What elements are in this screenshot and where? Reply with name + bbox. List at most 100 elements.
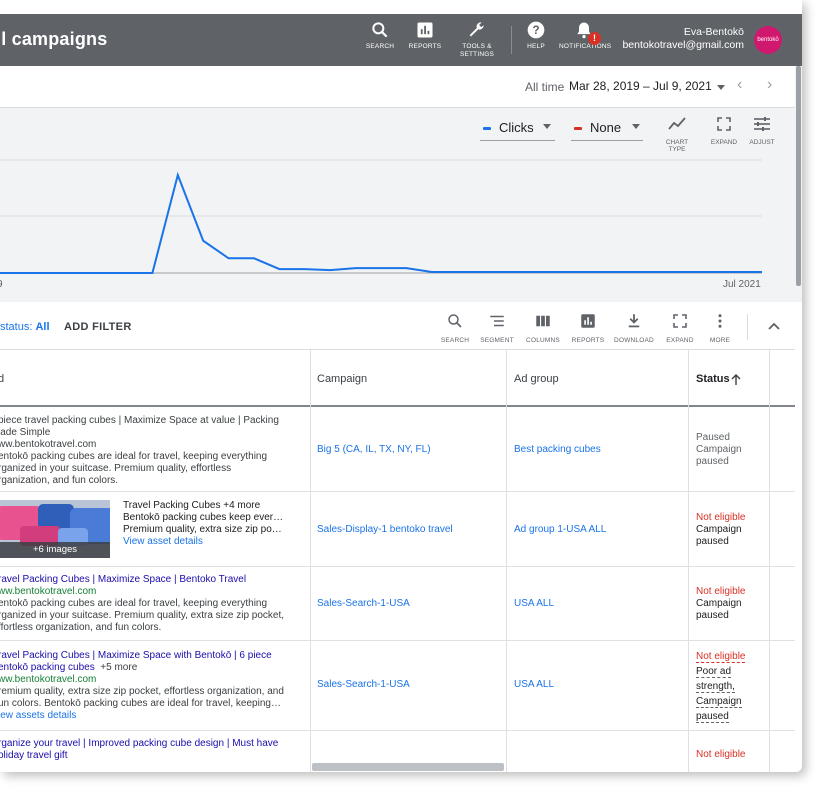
search-icon (448, 314, 462, 328)
status-line: strength, (696, 681, 735, 693)
tools-settings-button[interactable]: TOOLS & SETTINGS (452, 20, 502, 59)
vertical-scrollbar-thumb[interactable] (796, 66, 801, 286)
notifications-button[interactable]: NOTIFICATIONS (559, 20, 612, 51)
avatar[interactable]: bentokō (754, 26, 782, 54)
top-app-bar: ll campaigns SEARCH REPORTS TOOLS & SETT… (0, 14, 802, 66)
vertical-scrollbar[interactable] (795, 66, 802, 302)
collapse-chevron-up-icon[interactable] (768, 321, 780, 331)
date-dropdown-arrow-icon[interactable] (717, 85, 725, 90)
ad-description-line: entokō packing cubes are ideal for trave… (0, 451, 268, 462)
date-range-selector[interactable]: Mar 28, 2019 – Jul 9, 2021 (569, 79, 712, 93)
status-line: Campaign (696, 598, 742, 609)
more-headlines-count: +5 more (100, 662, 138, 673)
x-axis-end-label: Jul 2021 (723, 279, 761, 290)
ad-preview[interactable]: ravel Packing Cubes | Maximize Space wit… (0, 650, 298, 722)
ad-description-line: Bentokō packing cubes keep ever… (123, 512, 284, 523)
status-filter-label: status: (0, 321, 36, 333)
ad-group-link[interactable]: USA ALL (514, 679, 554, 690)
ad-description-line: entokō packing cubes are ideal for trave… (0, 598, 268, 609)
segment-button[interactable]: SEGMENT (474, 312, 520, 344)
table-row[interactable]: ravel Packing Cubes | Maximize Space | B… (0, 567, 795, 641)
more-label: MORE (709, 337, 731, 344)
column-header-status[interactable]: Status (696, 373, 730, 385)
more-button[interactable]: MORE (697, 312, 743, 344)
columns-button[interactable]: COLUMNS (520, 312, 566, 344)
campaign-link[interactable]: Sales-Display-1 bentoko travel (317, 524, 453, 535)
ad-group-link[interactable]: USA ALL (514, 598, 554, 609)
ad-headline-line[interactable]: ravel Packing Cubes | Maximize Space wit… (0, 650, 298, 662)
ad-headline-line[interactable]: ravel Packing Cubes | Maximize Space | B… (0, 574, 298, 586)
table-row[interactable]: piece travel packing cubes | Maximize Sp… (0, 407, 795, 492)
previous-period-icon[interactable]: ‹ (737, 76, 742, 94)
ad-headline-line[interactable]: rganize your travel | Improved packing c… (0, 738, 298, 750)
table-reports-label: REPORTS (571, 337, 605, 344)
next-period-icon[interactable]: › (767, 76, 772, 94)
ad-group-link[interactable]: Best packing cubes (514, 444, 601, 455)
column-header-ad-group[interactable]: Ad group (514, 373, 559, 385)
ad-headline-line: piece travel packing cubes | Maximize Sp… (0, 415, 279, 426)
page-title: ll campaigns (0, 29, 108, 49)
ad-preview[interactable]: Travel Packing Cubes +4 more Bentokō pac… (123, 500, 303, 548)
search-button[interactable]: SEARCH (355, 20, 405, 51)
ad-url: ww.bentokotravel.com (0, 439, 97, 450)
campaign-link[interactable]: Big 5 (CA, IL, TX, NY, FL) (317, 444, 431, 455)
table-header: d Campaign Ad group Status (0, 350, 795, 407)
expand-icon (673, 314, 687, 328)
ad-description-line: rganized in your suitcase. Premium quali… (0, 610, 285, 621)
search-button-label: SEARCH (365, 43, 395, 50)
status-cell: Paused Campaign paused (696, 432, 742, 468)
campaign-link[interactable]: Sales-Search-1-USA (317, 598, 410, 609)
ad-preview[interactable]: piece travel packing cubes | Maximize Sp… (0, 415, 298, 487)
table-reports-button[interactable]: REPORTS (565, 312, 611, 344)
column-divider (506, 350, 507, 772)
column-divider (769, 350, 770, 772)
status-line: Campaign (696, 524, 742, 535)
sort-arrow-up-icon[interactable] (731, 374, 741, 386)
ad-preview[interactable]: rganize your travel | Improved packing c… (0, 738, 298, 762)
ad-image-thumbnail[interactable]: +6 images (0, 500, 110, 558)
status-line: Campaign (696, 444, 742, 455)
status-cell: Not eligible Campaign paused (696, 586, 745, 622)
table-row[interactable]: ravel Packing Cubes | Maximize Space wit… (0, 641, 795, 731)
reports-icon (417, 22, 433, 38)
view-assets-details-link[interactable]: iew assets details (0, 710, 298, 722)
ad-url: ww.bentokotravel.com (0, 586, 97, 597)
ad-headline-line[interactable]: oliday travel gift (0, 750, 298, 762)
help-button[interactable]: ? HELP (511, 20, 561, 51)
account-email: bentokotravel@gmail.com (622, 39, 744, 51)
column-header-campaign[interactable]: Campaign (317, 373, 367, 385)
status-line: paused (696, 456, 729, 467)
notifications-button-label: NOTIFICATIONS (559, 43, 612, 50)
column-header-ad[interactable]: d (0, 373, 4, 385)
reports-button[interactable]: REPORTS (400, 20, 450, 51)
ad-description-line: ffortless organization, and fun colors. (0, 622, 162, 633)
status-not-eligible[interactable]: Not eligible (696, 512, 745, 524)
status-line: Paused (696, 432, 730, 443)
add-filter-button[interactable]: ADD FILTER (64, 321, 132, 333)
table-search-button[interactable]: SEARCH (432, 312, 478, 344)
horizontal-scrollbar-thumb[interactable] (312, 763, 504, 771)
status-line: paused (696, 711, 729, 723)
ad-preview[interactable]: ravel Packing Cubes | Maximize Space | B… (0, 574, 298, 634)
filter-toolbar: status: All ADD FILTER SEARCH SEGMENT CO… (0, 302, 795, 350)
status-not-eligible[interactable]: Not eligible (696, 749, 745, 761)
performance-chart-panel: Clicks None CHART TYPE EXPAND ADJUST 9 J… (0, 108, 795, 302)
ad-description-line: remium quality, extra size zip pocket, e… (0, 686, 284, 697)
ad-url: ww.bentokotravel.com (0, 674, 97, 685)
status-cell: Not eligible Poor ad strength, Campaign … (696, 649, 746, 724)
view-asset-details-link[interactable]: View asset details (123, 536, 303, 548)
status-not-eligible[interactable]: Not eligible (696, 651, 746, 663)
campaign-link[interactable]: Sales-Search-1-USA (317, 679, 410, 690)
ad-headline-line[interactable]: entokō packing cubes (0, 662, 95, 673)
toolbar-divider (747, 314, 748, 340)
status-not-eligible[interactable]: Not eligible (696, 586, 745, 598)
app-window: ll campaigns SEARCH REPORTS TOOLS & SETT… (0, 0, 802, 772)
ad-description-line: un colors. Bentokō packing cubes are ide… (0, 698, 281, 709)
status-filter-chip[interactable]: status: All (0, 321, 50, 333)
ad-headline-line: lade Simple (0, 427, 51, 438)
ad-group-link[interactable]: Ad group 1-USA ALL (514, 524, 606, 535)
download-button[interactable]: DOWNLOAD (611, 312, 657, 344)
account-info[interactable]: Eva-Bentokō bentokotravel@gmail.com (622, 26, 744, 52)
table-row[interactable]: +6 images Travel Packing Cubes +4 more B… (0, 492, 795, 567)
download-icon (628, 314, 640, 328)
